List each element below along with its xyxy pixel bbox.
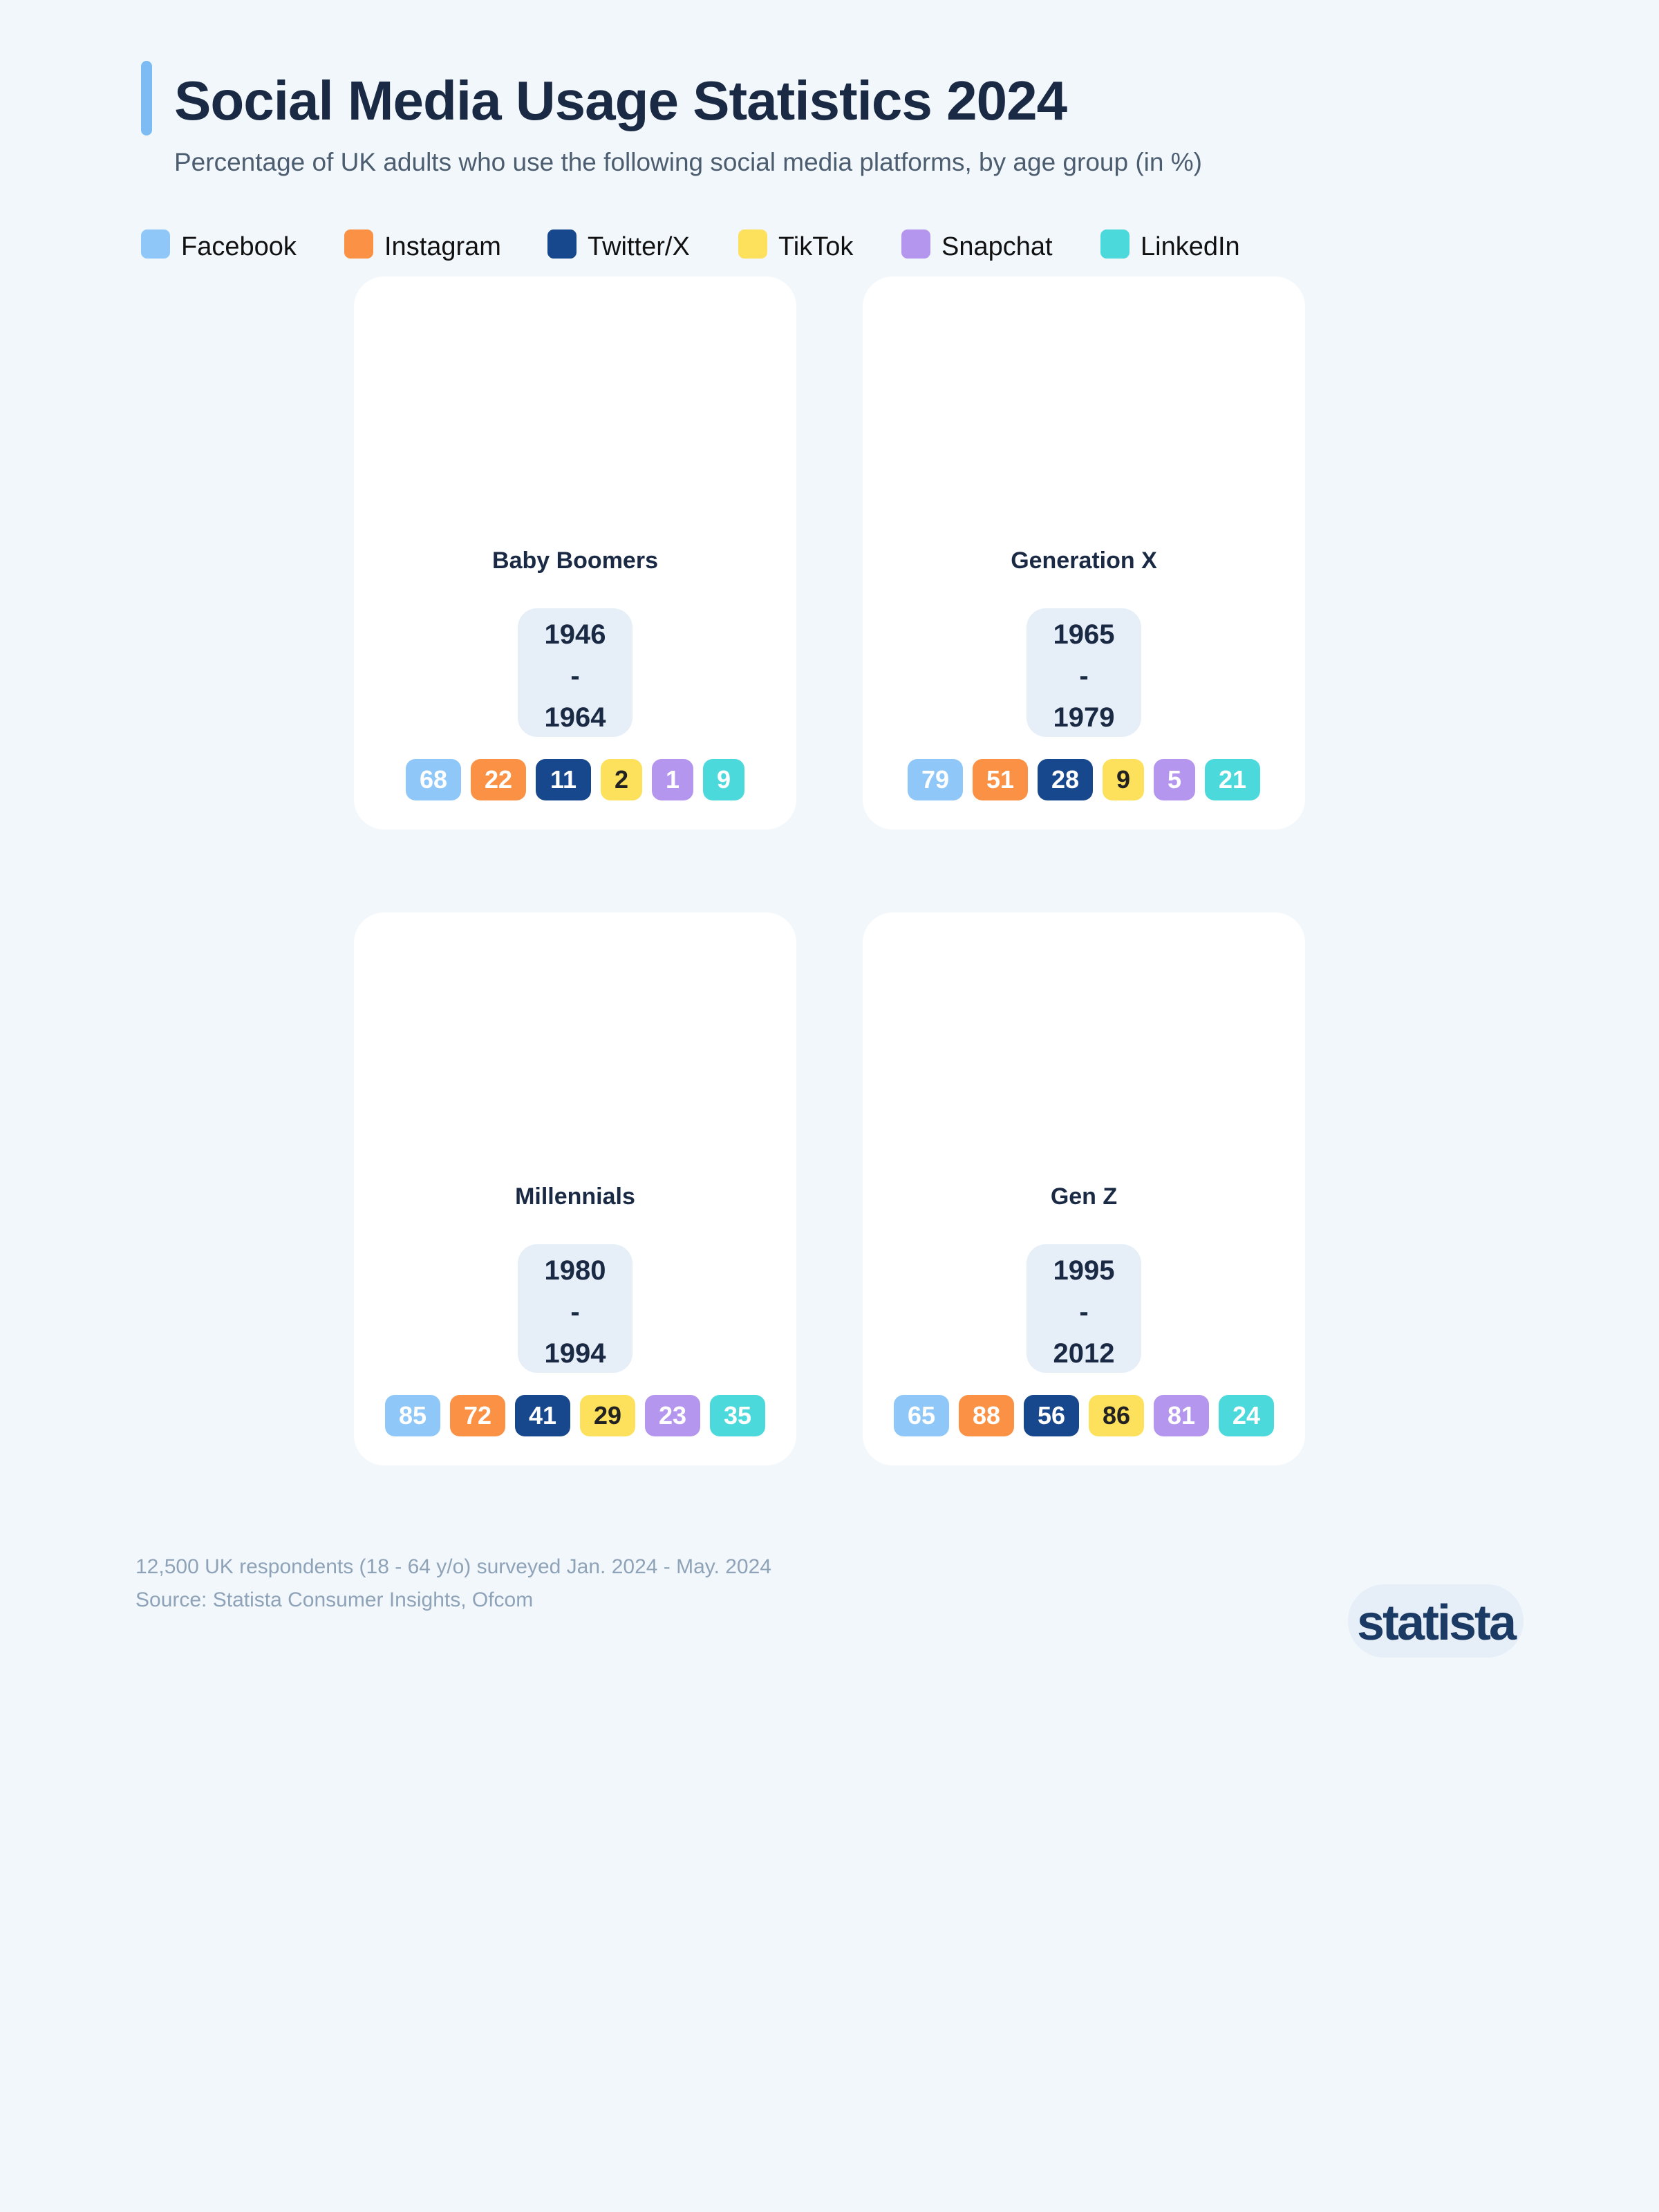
legend-swatch: [547, 229, 577, 259]
value-badge-twitter-x: 56: [1024, 1395, 1079, 1436]
age-group-name: Baby Boomers: [492, 547, 658, 574]
legend-label: Snapchat: [941, 232, 1053, 261]
legend-swatch: [141, 229, 170, 259]
survey-note: 12,500 UK respondents (18 - 64 y/o) surv…: [135, 1555, 771, 1578]
birth-year-separator: -: [1079, 1297, 1089, 1327]
value-badge-twitter-x: 28: [1038, 759, 1093, 800]
usage-values: 65 88 56 86 81 24: [863, 1395, 1305, 1436]
chart-legend: Facebook Instagram Twitter/X TikTok Snapchat…: [141, 225, 1454, 262]
value-badge-linkedin: 24: [1219, 1395, 1274, 1436]
legend-item[interactable]: Twitter/X: [547, 225, 690, 262]
birth-year-separator: -: [570, 1297, 580, 1327]
legend-swatch: [901, 229, 930, 259]
birth-year-end: 1994: [544, 1338, 606, 1369]
value-badge-instagram: 72: [450, 1395, 505, 1436]
usage-values: 68 22 11 2 1 9: [354, 759, 796, 800]
legend-item[interactable]: Facebook: [141, 225, 297, 262]
page-title: Social Media Usage Statistics 2024: [174, 70, 1067, 131]
value-badge-tiktok: 9: [1103, 759, 1144, 800]
value-badge-linkedin: 21: [1205, 759, 1260, 800]
legend-swatch: [738, 229, 767, 259]
legend-label: Twitter/X: [588, 232, 690, 261]
value-badge-twitter-x: 11: [536, 759, 591, 800]
birth-year-range: 1946 - 1964: [518, 608, 632, 737]
age-group-name: Millennials: [515, 1183, 635, 1210]
legend-item[interactable]: Instagram: [344, 225, 501, 262]
birth-year-start: 1965: [1053, 619, 1115, 650]
value-badge-instagram: 88: [959, 1395, 1014, 1436]
legend-item[interactable]: LinkedIn: [1100, 225, 1240, 262]
usage-values: 85 72 41 29 23 35: [354, 1395, 796, 1436]
birth-year-start: 1980: [544, 1255, 606, 1286]
value-badge-snapchat: 23: [645, 1395, 700, 1436]
value-badge-instagram: 51: [973, 759, 1028, 800]
value-badge-snapchat: 5: [1154, 759, 1195, 800]
value-badge-facebook: 65: [894, 1395, 949, 1436]
value-badge-facebook: 85: [385, 1395, 440, 1436]
birth-year-end: 1979: [1053, 702, 1115, 733]
birth-year-end: 2012: [1053, 1338, 1115, 1369]
age-group-name: Generation X: [1011, 547, 1157, 574]
birth-year-start: 1946: [544, 619, 606, 650]
legend-label: LinkedIn: [1141, 232, 1240, 261]
age-group-card: Generation X 1965 - 1979 79 51 28 9 5 21: [863, 276, 1305, 830]
age-group-card: Millennials 1980 - 1994 85 72 41 29 23 35: [354, 912, 796, 1465]
value-badge-tiktok: 2: [601, 759, 642, 800]
value-badge-twitter-x: 41: [515, 1395, 570, 1436]
usage-values: 79 51 28 9 5 21: [863, 759, 1305, 800]
value-badge-linkedin: 9: [703, 759, 744, 800]
page-subtitle: Percentage of UK adults who use the foll…: [174, 148, 1202, 176]
age-group-name: Gen Z: [1050, 1183, 1118, 1210]
birth-year-start: 1995: [1053, 1255, 1115, 1286]
legend-label: TikTok: [778, 232, 854, 261]
birth-year-separator: -: [1079, 661, 1089, 691]
birth-year-range: 1980 - 1994: [518, 1244, 632, 1373]
legend-swatch: [344, 229, 373, 259]
birth-year-range: 1965 - 1979: [1027, 608, 1141, 737]
value-badge-facebook: 68: [406, 759, 461, 800]
statista-logo[interactable]: statista: [1348, 1584, 1524, 1658]
legend-item[interactable]: TikTok: [738, 225, 853, 262]
birth-year-separator: -: [570, 661, 580, 691]
age-group-card: Gen Z 1995 - 2012 65 88 56 86 81 24: [863, 912, 1305, 1465]
birth-year-end: 1964: [544, 702, 606, 733]
legend-label: Facebook: [181, 232, 297, 261]
value-badge-facebook: 79: [908, 759, 963, 800]
legend-item[interactable]: Snapchat: [901, 225, 1053, 262]
statista-logo-text: statista: [1356, 1595, 1517, 1651]
value-badge-snapchat: 81: [1154, 1395, 1209, 1436]
value-badge-snapchat: 1: [652, 759, 693, 800]
value-badge-linkedin: 35: [710, 1395, 765, 1436]
age-group-card: Baby Boomers 1946 - 1964 68 22 11 2 1 9: [354, 276, 796, 830]
value-badge-instagram: 22: [471, 759, 526, 800]
title-accent-bar: [141, 61, 152, 135]
legend-label: Instagram: [384, 232, 501, 261]
source-note: Source: Statista Consumer Insights, Ofco…: [135, 1588, 534, 1611]
value-badge-tiktok: 86: [1089, 1395, 1144, 1436]
birth-year-range: 1995 - 2012: [1027, 1244, 1141, 1373]
value-badge-tiktok: 29: [580, 1395, 635, 1436]
legend-swatch: [1100, 229, 1130, 259]
